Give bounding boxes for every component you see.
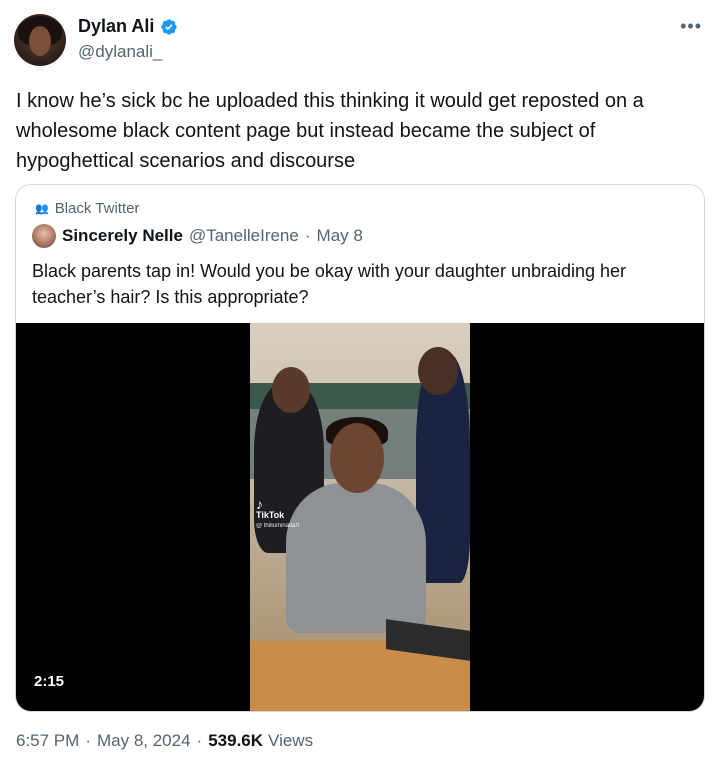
quoted-avatar[interactable] (32, 224, 56, 248)
community-icon: 👥 (35, 203, 49, 215)
meta-separator: · (196, 731, 203, 750)
quoted-tweet[interactable]: 👥 Black Twitter Sincerely Nelle @Tanelle… (15, 184, 705, 712)
tiktok-watermark-text: TikTok (256, 510, 285, 520)
video-duration: 2:15 (26, 671, 73, 692)
author-handle[interactable]: @dylanali_ (78, 42, 162, 62)
views-count: 539.6K (208, 731, 264, 750)
community-label[interactable]: 👥 Black Twitter (35, 200, 139, 217)
more-horizontal-icon[interactable]: ••• (680, 16, 702, 37)
author-avatar[interactable] (14, 14, 66, 66)
tiktok-watermark-user: @ thilluminatiart (256, 523, 300, 529)
quoted-text: Black parents tap in! Would you be okay … (32, 261, 627, 307)
video-thumbnail: ♪ TikTok @ thilluminatiart (250, 323, 470, 711)
author-name[interactable]: Dylan Ali (78, 16, 154, 37)
video-player[interactable]: ♪ TikTok @ thilluminatiart 2:15 (16, 323, 704, 711)
tiktok-logo-icon: ♪ (256, 496, 263, 512)
verified-badge-icon (161, 18, 178, 35)
tweet-meta: 6:57 PM · May 8, 2024 · 539.6K Views (16, 731, 313, 751)
tweet-time[interactable]: 6:57 PM (16, 731, 79, 751)
views-label: Views (268, 731, 314, 750)
tiktok-watermark: ♪ TikTok @ thilluminatiart (256, 496, 300, 532)
quoted-separator: · (304, 226, 311, 245)
tweet-text: I know he’s sick bc he uploaded this thi… (16, 90, 644, 172)
quoted-date[interactable]: May 8 (317, 226, 363, 246)
quoted-header: Sincerely Nelle @TanelleIrene · May 8 (32, 224, 363, 248)
quoted-handle[interactable]: @TanelleIrene (189, 226, 299, 246)
community-name: Black Twitter (54, 200, 140, 217)
author-name-row: Dylan Ali (78, 16, 178, 37)
quoted-name[interactable]: Sincerely Nelle (62, 226, 183, 246)
meta-separator: · (85, 731, 91, 750)
tweet-date[interactable]: May 8, 2024 (97, 731, 191, 751)
